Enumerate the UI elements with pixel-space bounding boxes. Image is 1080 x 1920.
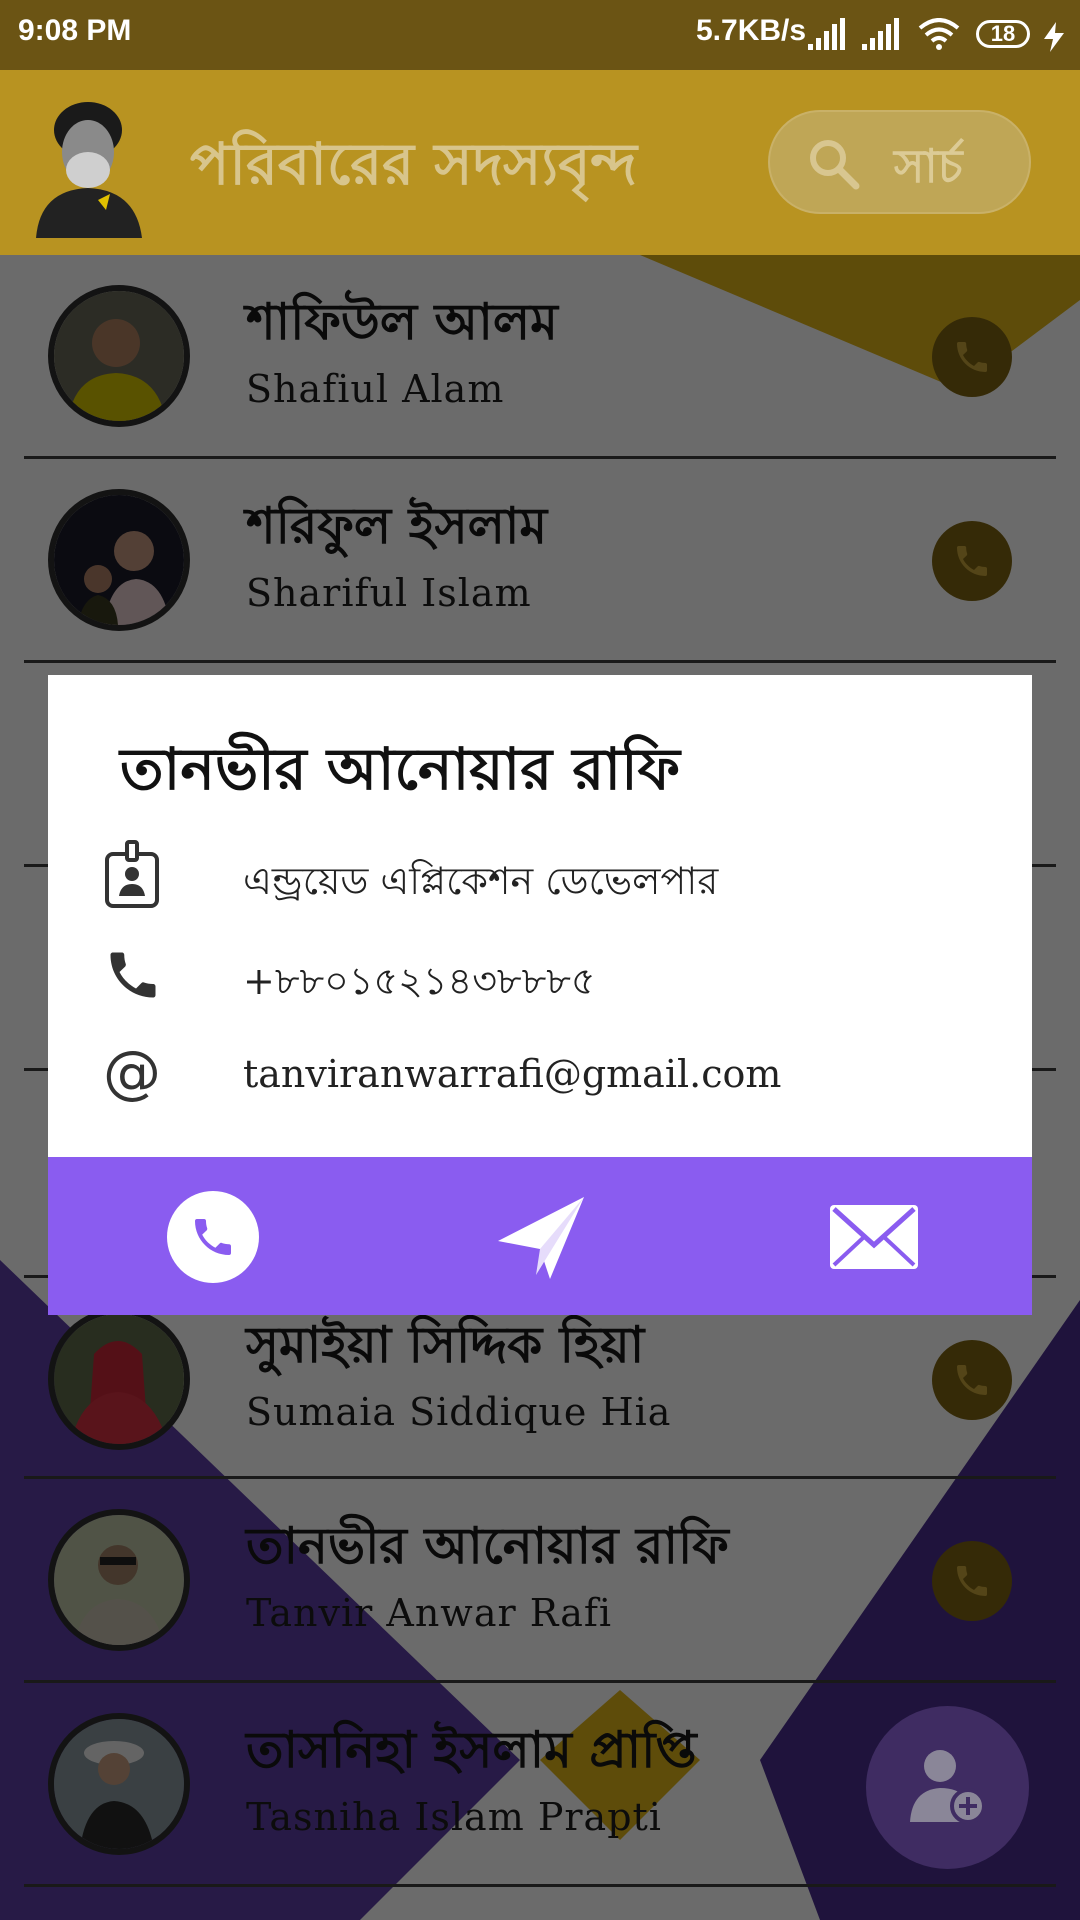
battery-icon: 18 — [976, 20, 1030, 48]
phone-icon — [957, 1365, 987, 1395]
avatar — [48, 285, 190, 427]
member-name-en: Tanvir Anwar Rafi — [246, 1591, 613, 1635]
contact-detail-dialog: তানভীর আনোয়ার রাফি এন্ড্রয়েড এপ্লিকেশন… — [48, 675, 1032, 1315]
list-item[interactable]: শরিফুল ইসলাম Shariful Islam — [24, 459, 1056, 663]
search-icon — [810, 140, 860, 190]
call-button[interactable] — [932, 1340, 1012, 1420]
network-speed: 5.7KB/s — [696, 14, 807, 47]
list-item[interactable]: শাফিউল আলম Shafiul Alam — [24, 255, 1056, 459]
occupation-text: এন্ড্রয়েড এপ্লিকেশন ডেভেলপার — [243, 859, 719, 903]
battery-level: 18 — [990, 21, 1016, 46]
phone-icon — [110, 952, 156, 998]
dialog-title: তানভীর আনোয়ার রাফি — [120, 735, 681, 803]
patriarch-portrait — [36, 102, 142, 238]
call-action-button[interactable] — [165, 1189, 261, 1285]
member-name-bn: শরিফুল ইসলাম — [246, 496, 548, 555]
at-icon: @ — [103, 1040, 161, 1106]
avatar — [48, 1509, 190, 1651]
avatar — [48, 1308, 190, 1450]
search-button[interactable]: সার্চ — [768, 110, 1031, 214]
member-name-bn: শাফিউল আলম — [246, 292, 558, 351]
email-text: tanviranwarrafi@gmail.com — [243, 1052, 782, 1096]
call-button[interactable] — [932, 1541, 1012, 1621]
app-header: পরিবারের সদস্যবৃন্দ সার্চ — [0, 70, 1080, 255]
phone-icon — [957, 1566, 987, 1596]
id-badge-icon — [105, 840, 159, 908]
member-name-en: Shafiul Alam — [246, 367, 505, 411]
status-time: 9:08 PM — [18, 14, 132, 47]
call-button[interactable] — [932, 317, 1012, 397]
avatar — [48, 1713, 190, 1855]
member-name-en: Tasniha Islam Prapti — [246, 1795, 662, 1839]
member-name-bn: সুমাইয়া সিদ্দিক হিয়া — [246, 1315, 645, 1374]
send-icon[interactable] — [492, 1189, 588, 1285]
charging-icon — [1044, 22, 1064, 52]
envelope-icon[interactable] — [826, 1189, 922, 1285]
page-title: পরিবারের সদস্যবৃন্দ — [190, 130, 638, 198]
member-name-bn: তাসনিহা ইসলাম প্রাপ্তি — [246, 1720, 697, 1779]
member-name-en: Sumaia Siddique Hia — [246, 1390, 672, 1434]
status-bar: 9:08 PM 5.7KB/s 18 — [0, 0, 1080, 70]
dialog-action-bar — [48, 1157, 1032, 1315]
call-button[interactable] — [932, 521, 1012, 601]
add-member-fab[interactable] — [866, 1706, 1029, 1869]
search-label: সার্চ — [894, 139, 963, 193]
member-name-en: Shariful Islam — [246, 571, 532, 615]
avatar — [48, 489, 190, 631]
phone-icon — [957, 546, 987, 576]
member-name-bn: তানভীর আনোয়ার রাফি — [246, 1516, 729, 1575]
add-person-icon — [910, 1750, 986, 1824]
phone-text: +৮৮০১৫২১৪৩৮৮৮৫ — [243, 959, 596, 1003]
phone-icon — [957, 342, 987, 372]
signal-icon — [862, 18, 899, 50]
list-item[interactable]: তানভীর আনোয়ার রাফি Tanvir Anwar Rafi — [24, 1479, 1056, 1683]
signal-icon — [808, 18, 845, 50]
wifi-icon — [918, 18, 960, 50]
svg-text:@: @ — [103, 1040, 161, 1106]
